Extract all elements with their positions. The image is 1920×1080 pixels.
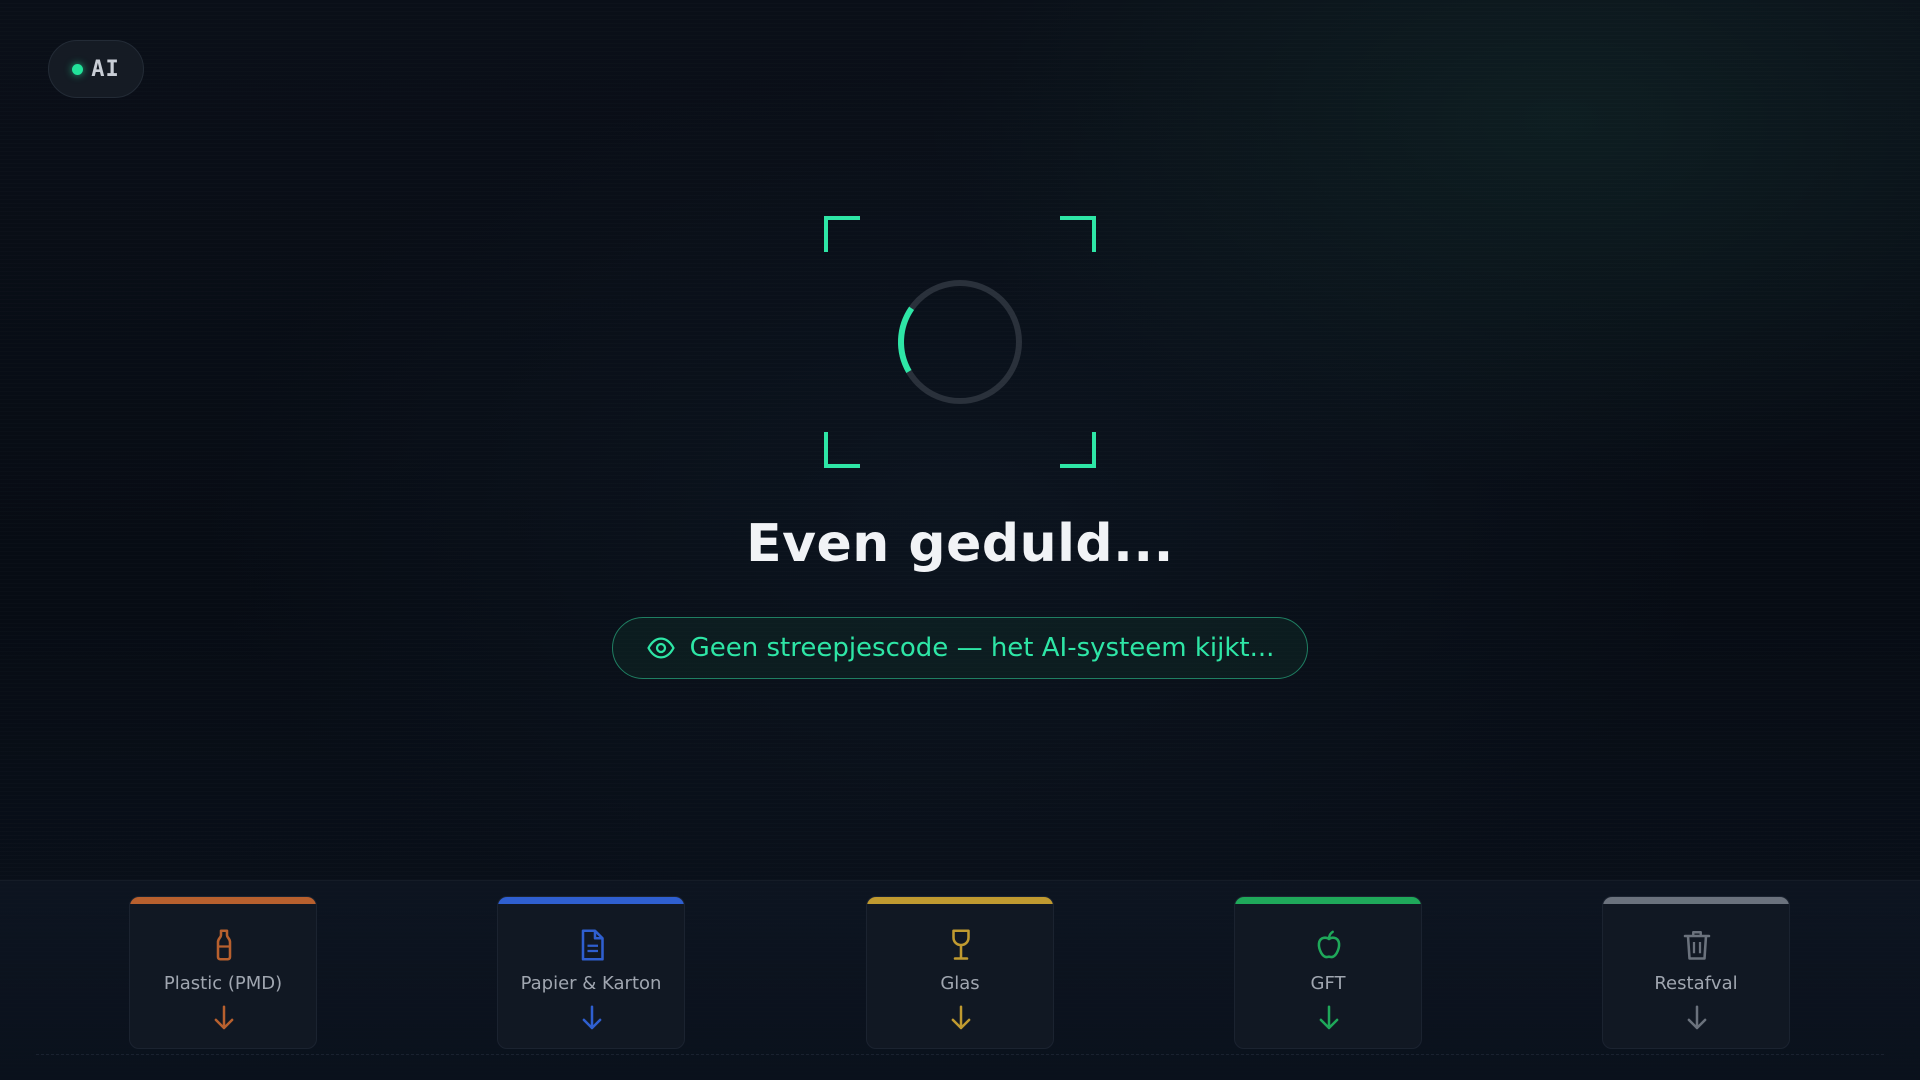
scan-frame-corner-bottom-left xyxy=(824,432,860,468)
floor-divider xyxy=(36,1054,1884,1055)
scan-frame-corner-top-right xyxy=(1060,216,1096,252)
arrow-down-icon xyxy=(1687,1005,1707,1030)
bin-color-strip xyxy=(498,897,684,904)
loading-spinner xyxy=(897,280,1022,405)
bin-label: GFT xyxy=(1310,973,1346,994)
scan-frame xyxy=(824,216,1096,468)
document-icon xyxy=(581,929,604,961)
bin-label: Glas xyxy=(940,973,980,994)
scan-frame-corner-bottom-right xyxy=(1060,432,1096,468)
kiosk-screen: AI Even geduld... Geen streepjescode — h… xyxy=(0,0,1920,1080)
arrow-down-icon xyxy=(582,1005,602,1030)
waste-bin-bar: Plastic (PMD) Papier & Karton Glas GFT R… xyxy=(0,880,1920,1080)
bin-glas: Glas xyxy=(866,896,1054,1049)
wine-glass-icon xyxy=(952,929,970,960)
status-message-text: Geen streepjescode — het AI-systeem kijk… xyxy=(689,633,1275,663)
page-title: Even geduld... xyxy=(746,514,1174,574)
trash-icon xyxy=(1683,931,1711,960)
ai-status-badge: AI xyxy=(48,40,144,98)
bin-label: Restafval xyxy=(1654,973,1738,994)
arrow-down-icon xyxy=(214,1005,234,1030)
bin-restafval: Restafval xyxy=(1602,896,1790,1049)
bin-label: Papier & Karton xyxy=(520,973,662,994)
bin-color-strip xyxy=(867,897,1053,904)
bin-color-strip xyxy=(130,897,316,904)
scan-frame-corner-top-left xyxy=(824,216,860,252)
spinner-track xyxy=(898,280,1022,404)
bin-color-strip xyxy=(1235,897,1421,904)
spinner-progress-arc xyxy=(897,280,1022,405)
bin-color-strip xyxy=(1603,897,1789,904)
ai-badge-label: AI xyxy=(91,56,120,82)
status-message-pill: Geen streepjescode — het AI-systeem kijk… xyxy=(612,617,1308,679)
arrow-down-icon xyxy=(1319,1005,1339,1030)
bin-gft: GFT xyxy=(1234,896,1422,1049)
bin-label: Plastic (PMD) xyxy=(163,973,283,994)
eye-icon xyxy=(646,637,675,659)
bin-papier-karton: Papier & Karton xyxy=(497,896,685,1049)
ai-status-dot xyxy=(72,63,84,75)
bin-plastic-pmd: Plastic (PMD) xyxy=(129,896,317,1049)
arrow-down-icon xyxy=(951,1005,971,1030)
apple-icon xyxy=(1317,930,1341,959)
bottle-icon xyxy=(216,929,232,961)
